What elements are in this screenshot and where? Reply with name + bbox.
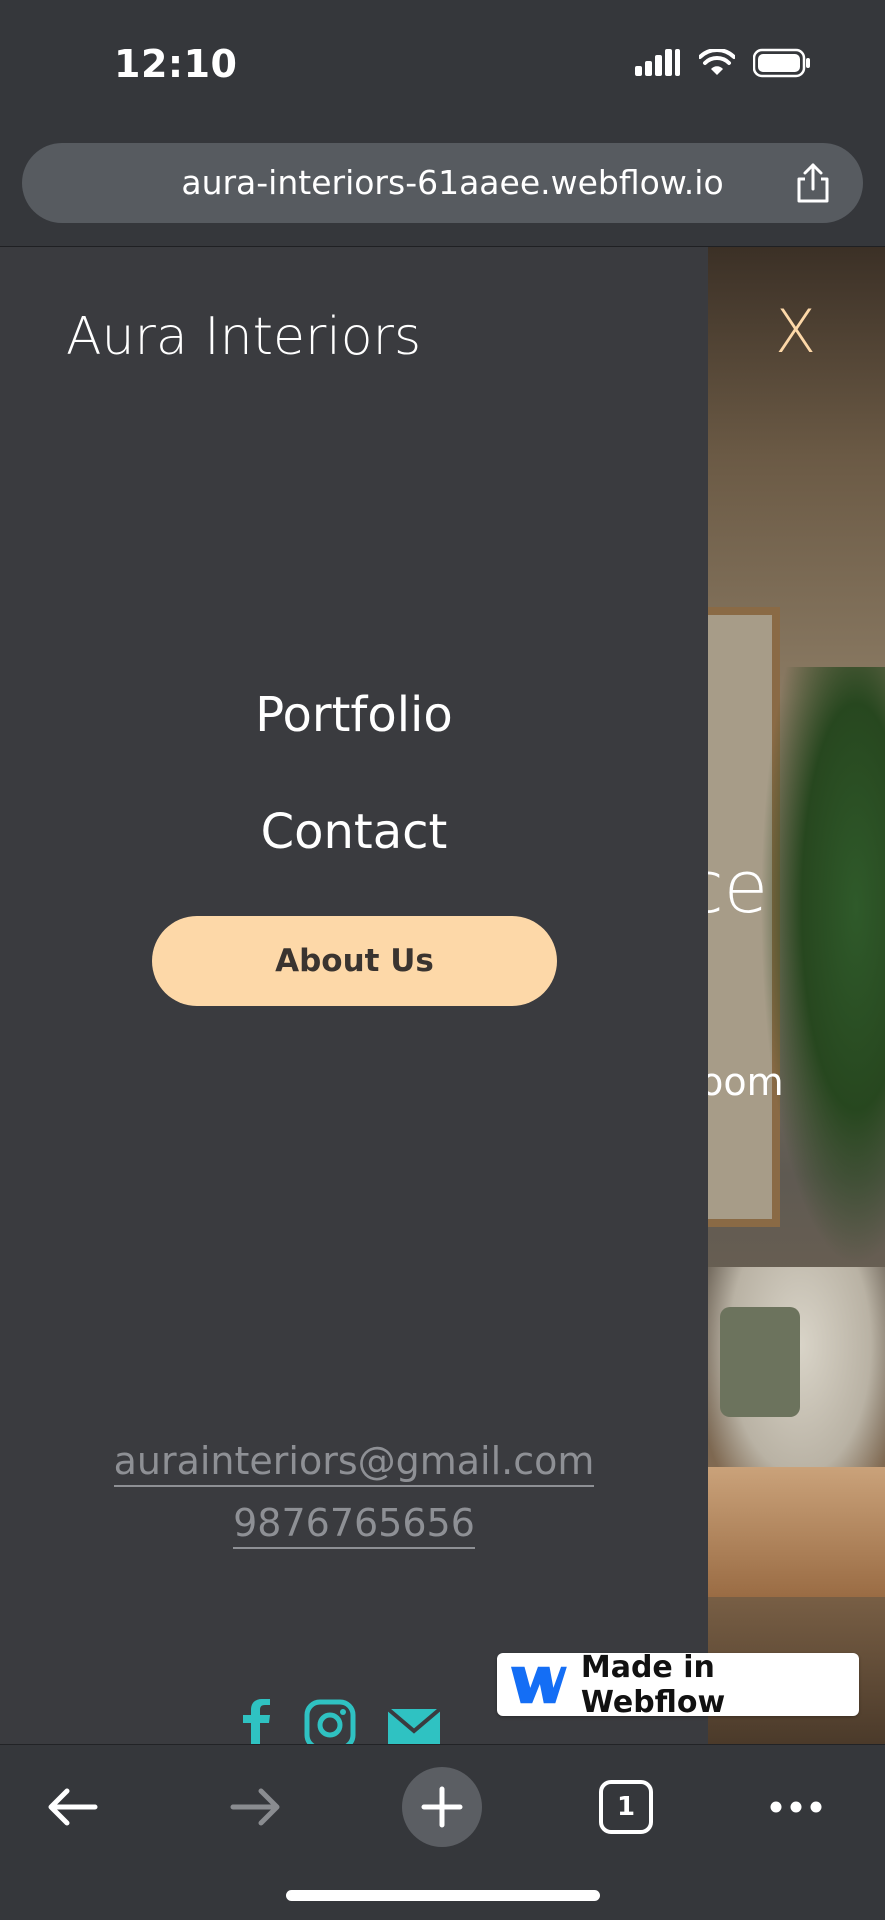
back-button[interactable]	[32, 1767, 112, 1847]
forward-arrow-icon	[230, 1788, 280, 1826]
plus-icon	[421, 1786, 463, 1828]
email-icon[interactable]	[386, 1699, 442, 1744]
url-bar[interactable]: aura-interiors-61aaee.webflow.io	[22, 143, 863, 223]
contact-phone-link[interactable]: 9876765656	[0, 1501, 708, 1549]
more-options-button[interactable]	[756, 1767, 836, 1847]
nav-link-portfolio[interactable]: Portfolio	[0, 687, 708, 743]
email-text[interactable]: aurainteriors@gmail.com	[113, 1439, 595, 1487]
back-arrow-icon	[48, 1788, 98, 1826]
contact-email-link[interactable]: aurainteriors@gmail.com	[0, 1439, 708, 1487]
cellular-signal-icon	[635, 49, 680, 76]
browser-address-area: aura-interiors-61aaee.webflow.io	[0, 135, 885, 247]
more-dots-icon	[770, 1801, 822, 1813]
phone-text[interactable]: 9876765656	[233, 1501, 475, 1549]
bench	[700, 1467, 885, 1597]
nav-link-contact[interactable]: Contact	[0, 804, 708, 860]
tabs-button[interactable]: 1	[586, 1767, 666, 1847]
plant	[760, 667, 885, 1267]
instagram-icon[interactable]	[304, 1699, 356, 1744]
status-time: 12:10	[114, 42, 238, 86]
nav-menu-panel: Aura Interiors Portfolio Contact About U…	[0, 247, 708, 1744]
facebook-icon[interactable]	[238, 1699, 274, 1744]
url-text[interactable]: aura-interiors-61aaee.webflow.io	[22, 143, 783, 223]
social-links	[238, 1699, 442, 1744]
cushion	[720, 1307, 800, 1417]
close-menu-button[interactable]: X	[775, 297, 816, 367]
status-bar: 12:10	[0, 0, 885, 135]
webflow-logo-icon	[511, 1666, 567, 1703]
new-tab-button[interactable]	[402, 1767, 482, 1847]
about-us-button[interactable]: About Us	[152, 916, 557, 1006]
battery-icon	[753, 48, 810, 78]
made-in-webflow-badge[interactable]: Made in Webflow	[497, 1650, 859, 1720]
wifi-icon	[699, 49, 735, 75]
share-icon[interactable]	[791, 161, 835, 205]
brand-logo-text[interactable]: Aura Interiors	[66, 307, 421, 367]
status-icons	[635, 48, 811, 78]
forward-button[interactable]	[216, 1767, 296, 1847]
tab-count: 1	[616, 1792, 636, 1822]
webflow-badge-label: Made in Webflow	[580, 1649, 726, 1720]
home-indicator[interactable]	[286, 1890, 600, 1901]
